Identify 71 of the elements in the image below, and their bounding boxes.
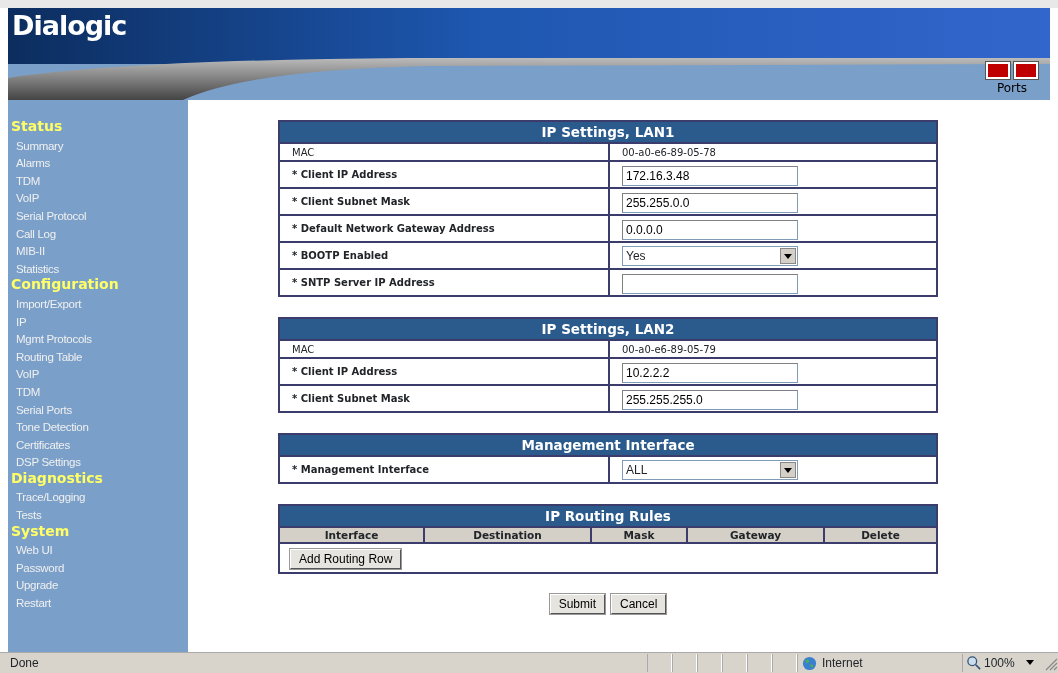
sidebar-heading: System: [11, 522, 71, 541]
zoom-level[interactable]: 100%: [984, 654, 1015, 672]
sidebar-link[interactable]: TDM: [11, 174, 40, 187]
sidebar-link[interactable]: Restart: [11, 597, 51, 610]
sidebar-link[interactable]: Certificates: [11, 438, 70, 451]
field-label: * BOOTP Enabled: [279, 242, 609, 269]
field-label: MAC: [279, 143, 609, 161]
form-button[interactable]: Cancel: [611, 594, 667, 614]
input-field[interactable]: 255.255.255.0: [622, 389, 798, 410]
sidebar-link[interactable]: Web UI: [11, 544, 53, 557]
sidebar-link[interactable]: Tone Detection: [11, 421, 89, 434]
sidebar-link[interactable]: Serial Protocol: [11, 209, 87, 222]
add-row-button[interactable]: Add Routing Row: [290, 549, 402, 569]
section-title: IP Settings, LAN1: [279, 121, 937, 143]
sidebar-link[interactable]: Trace/Logging: [11, 491, 86, 504]
port-indicator: [986, 62, 1010, 79]
input-field[interactable]: 255.255.0.0: [622, 192, 798, 213]
status-pane: [647, 654, 672, 672]
field-label: * Default Network Gateway Address: [279, 215, 609, 242]
form-button[interactable]: Submit: [549, 594, 605, 614]
sidebar-link[interactable]: MIB-II: [11, 245, 45, 258]
port-indicator: [1014, 62, 1038, 79]
globe-icon: [802, 655, 817, 671]
field-value: 00-a0-e6-89-05-78: [609, 143, 937, 161]
sidebar-link[interactable]: Upgrade: [11, 579, 58, 592]
sidebar-link[interactable]: VoIP: [11, 368, 40, 381]
select-field[interactable]: Yes: [622, 245, 798, 266]
input-field[interactable]: 0.0.0.0: [622, 219, 798, 240]
ports-label: Ports: [996, 81, 1027, 95]
sidebar-link[interactable]: Summary: [11, 139, 64, 152]
sidebar-link[interactable]: Call Log: [11, 227, 56, 240]
status-pane: [672, 654, 697, 672]
section-title: IP Settings, LAN2: [279, 318, 937, 340]
sidebar-link[interactable]: Tests: [11, 509, 42, 522]
field-label: * SNTP Server IP Address: [279, 269, 609, 296]
sidebar-link[interactable]: Password: [11, 561, 65, 574]
input-field[interactable]: 172.16.3.48: [622, 165, 798, 186]
status-pane: [722, 654, 747, 672]
status-pane: [697, 654, 722, 672]
field-label: * Client IP Address: [279, 161, 609, 188]
field-value: 00-a0-e6-89-05-79: [609, 340, 937, 358]
sidebar-heading: Diagnostics: [11, 469, 104, 488]
sidebar-link[interactable]: DSP Settings: [11, 456, 81, 469]
status-pane: [747, 654, 772, 672]
logo: Dialogic: [12, 10, 127, 41]
field-label: * Management Interface: [279, 456, 609, 483]
select-field[interactable]: ALL: [622, 459, 798, 480]
zoom-icon[interactable]: [967, 656, 981, 670]
sidebar-heading: Status: [11, 118, 64, 136]
sidebar-link[interactable]: Alarms: [11, 157, 50, 170]
sidebar-link[interactable]: Mgmt Protocols: [11, 333, 92, 346]
sidebar-link[interactable]: Routing Table: [11, 350, 83, 363]
sidebar-link[interactable]: VoIP: [11, 192, 40, 205]
sidebar-link[interactable]: Import/Export: [11, 297, 82, 310]
status-text: Done: [10, 656, 39, 670]
sidebar-link[interactable]: Statistics: [11, 262, 59, 275]
sidebar-link[interactable]: Serial Ports: [11, 403, 72, 416]
field-label: * Client Subnet Mask: [279, 385, 609, 412]
section-title: IP Routing Rules: [279, 505, 937, 527]
sidebar-link[interactable]: IP: [11, 315, 27, 328]
input-field[interactable]: 10.2.2.2: [622, 362, 798, 383]
sidebar-heading: Configuration: [11, 276, 120, 294]
caret-icon[interactable]: [1025, 660, 1034, 666]
field-label: * Client Subnet Mask: [279, 188, 609, 215]
input-field[interactable]: [622, 273, 798, 294]
zone-label: Internet: [822, 655, 863, 672]
section-title: Management Interface: [279, 434, 937, 456]
field-label: * Client IP Address: [279, 358, 609, 385]
field-label: MAC: [279, 340, 609, 358]
sidebar-link[interactable]: TDM: [11, 385, 40, 398]
status-pane: [772, 654, 797, 672]
